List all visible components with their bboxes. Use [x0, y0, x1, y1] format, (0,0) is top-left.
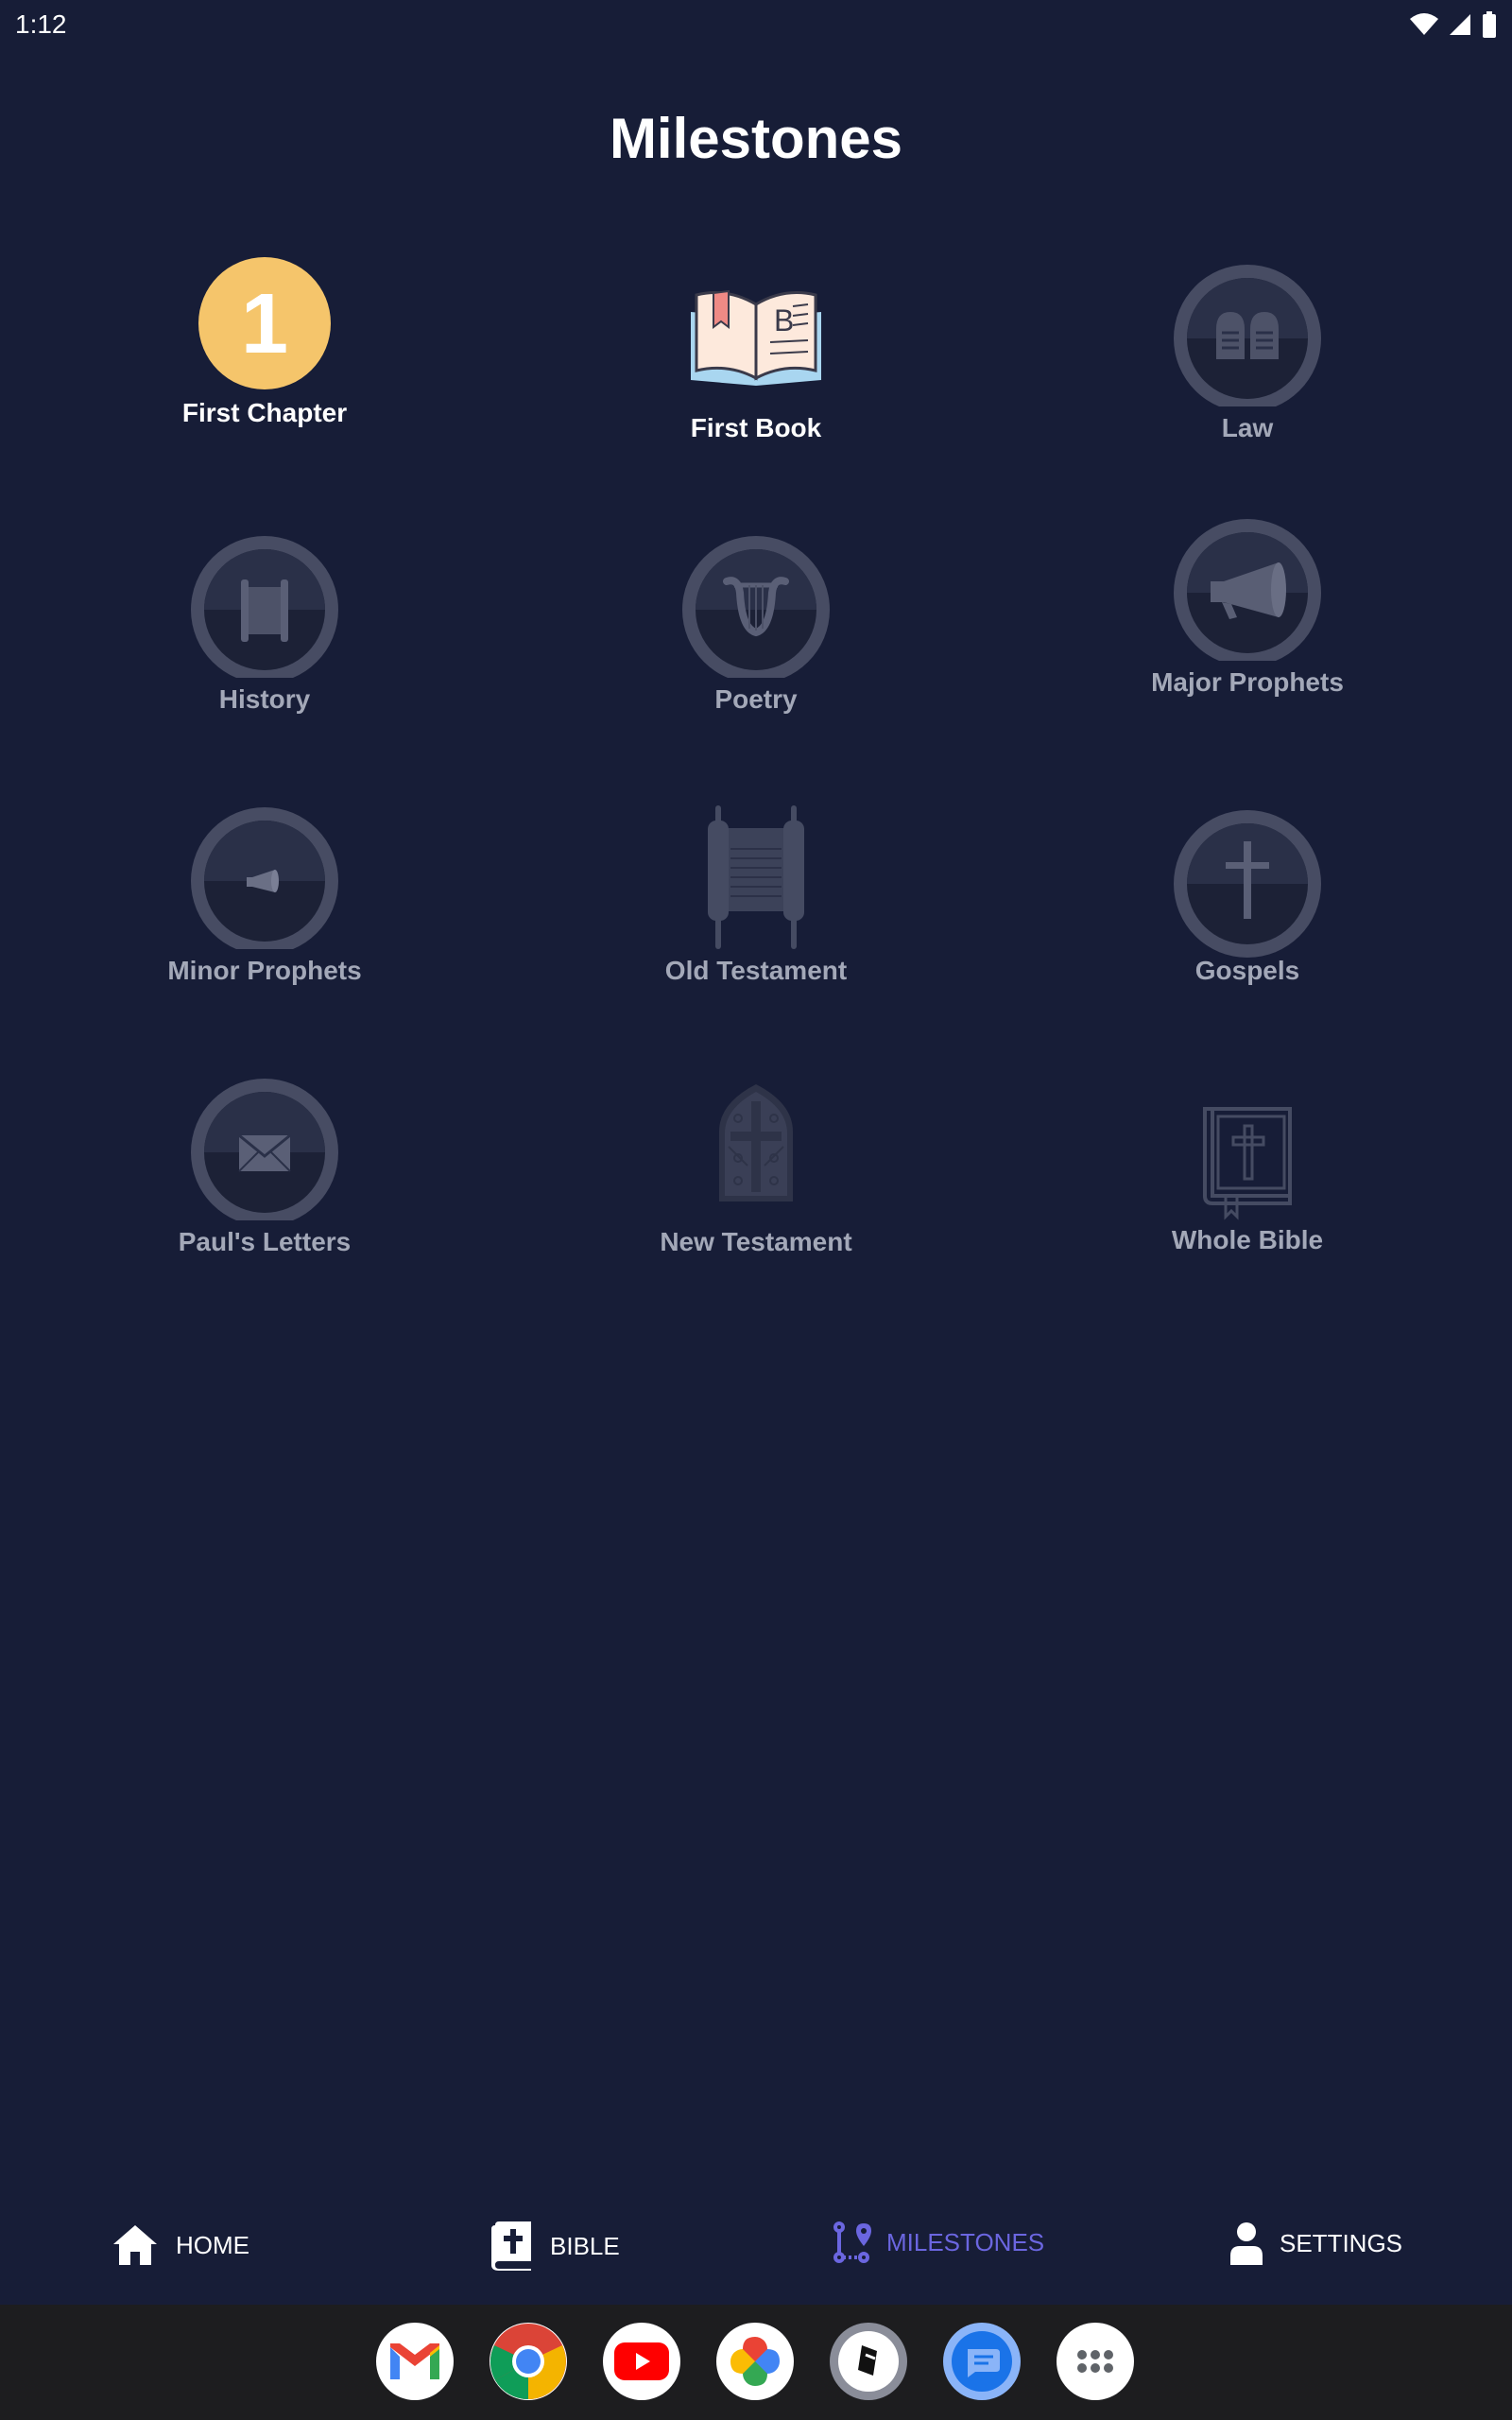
- chrome-logo: [490, 2324, 566, 2400]
- nav-milestones[interactable]: MILESTONES: [832, 2221, 1044, 2263]
- status-icons: [1410, 11, 1497, 38]
- milestone-label: Minor Prophets: [167, 956, 362, 985]
- small-megaphone-icon: [191, 807, 338, 949]
- system-dock: [0, 2305, 1512, 2420]
- bottom-navigation: HOME BIBLE MILESTONES SETTINGS: [0, 2201, 1512, 2295]
- gmail-logo: [390, 2343, 439, 2379]
- milestone-whole-bible[interactable]: Whole Bible: [1049, 1060, 1446, 1255]
- nav-bible[interactable]: BIBLE: [491, 2221, 620, 2271]
- milestone-gospels[interactable]: Gospels: [1049, 788, 1446, 986]
- milestone-label: Old Testament: [664, 956, 848, 985]
- messages-icon[interactable]: [943, 2323, 1021, 2400]
- milestone-major-prophets[interactable]: Major Prophets: [1049, 517, 1446, 698]
- messages-logo: [952, 2331, 1012, 2392]
- church-window-icon: [719, 1084, 793, 1201]
- status-bar: 1:12: [0, 0, 1512, 49]
- badge-number: 1: [241, 277, 288, 372]
- milestone-label: Poetry: [714, 684, 798, 714]
- gmail-icon[interactable]: [376, 2323, 454, 2400]
- milestone-label: History: [218, 684, 311, 714]
- status-time: 1:12: [15, 9, 67, 39]
- megaphone-icon: [1174, 519, 1321, 661]
- bible-app-logo: [838, 2331, 899, 2392]
- milestone-law[interactable]: Law: [1049, 246, 1446, 443]
- nav-bible-label: BIBLE: [550, 2231, 620, 2260]
- nav-home-label: HOME: [176, 2230, 249, 2259]
- milestone-label: Gospels: [1194, 956, 1300, 985]
- bible-book-icon: [1203, 1107, 1292, 1220]
- milestone-label: First Chapter: [181, 398, 348, 427]
- milestone-first-chapter[interactable]: 1 First Chapter: [66, 246, 463, 428]
- page-title: Milestones: [609, 107, 903, 170]
- home-icon: [113, 2225, 157, 2265]
- nav-settings[interactable]: SETTINGS: [1228, 2221, 1402, 2265]
- milestone-first-book[interactable]: B First Book: [558, 246, 954, 443]
- milestone-history[interactable]: History: [66, 517, 463, 715]
- milestone-label: New Testament: [660, 1227, 852, 1256]
- photos-logo: [730, 2337, 780, 2386]
- milestone-label: Whole Bible: [1171, 1225, 1324, 1254]
- nav-milestones-label: MILESTONES: [886, 2227, 1045, 2256]
- torah-scroll-icon: [708, 805, 804, 949]
- youtube-icon[interactable]: [603, 2323, 680, 2400]
- app-drawer-icon[interactable]: [1057, 2323, 1134, 2400]
- milestones-route-icon: [833, 2221, 871, 2263]
- bible-icon: [491, 2221, 531, 2271]
- person-icon: [1230, 2222, 1263, 2265]
- app-drawer-dots: [1077, 2350, 1113, 2373]
- milestone-old-testament[interactable]: Old Testament: [558, 788, 954, 986]
- youtube-logo: [614, 2342, 669, 2380]
- nav-home[interactable]: HOME: [110, 2221, 249, 2269]
- milestone-label: First Book: [690, 413, 822, 442]
- cellular-signal-icon: [1450, 14, 1470, 35]
- photos-icon[interactable]: [716, 2323, 794, 2400]
- nav-settings-label: SETTINGS: [1280, 2228, 1403, 2257]
- bible-app-icon[interactable]: [830, 2323, 907, 2400]
- stone-tablets-icon: [1174, 265, 1321, 406]
- milestone-label: Law: [1221, 413, 1274, 442]
- lyre-icon: [682, 536, 830, 678]
- milestone-pauls-letters[interactable]: Paul's Letters: [66, 1060, 463, 1257]
- open-book-icon: B: [691, 289, 821, 386]
- number-one-badge-icon: 1: [198, 257, 331, 389]
- wifi-icon: [1410, 13, 1438, 35]
- cross-icon: [1174, 810, 1321, 958]
- milestone-poetry[interactable]: Poetry: [558, 517, 954, 715]
- svg-text:B: B: [774, 303, 794, 337]
- battery-icon: [1483, 11, 1496, 38]
- scroll-icon: [191, 536, 338, 678]
- milestone-minor-prophets[interactable]: Minor Prophets: [66, 788, 463, 986]
- milestone-new-testament[interactable]: New Testament: [558, 1060, 954, 1257]
- chrome-icon[interactable]: [490, 2323, 567, 2400]
- milestone-label: Major Prophets: [1151, 667, 1344, 697]
- milestone-label: Paul's Letters: [178, 1227, 352, 1256]
- envelope-icon: [191, 1079, 338, 1220]
